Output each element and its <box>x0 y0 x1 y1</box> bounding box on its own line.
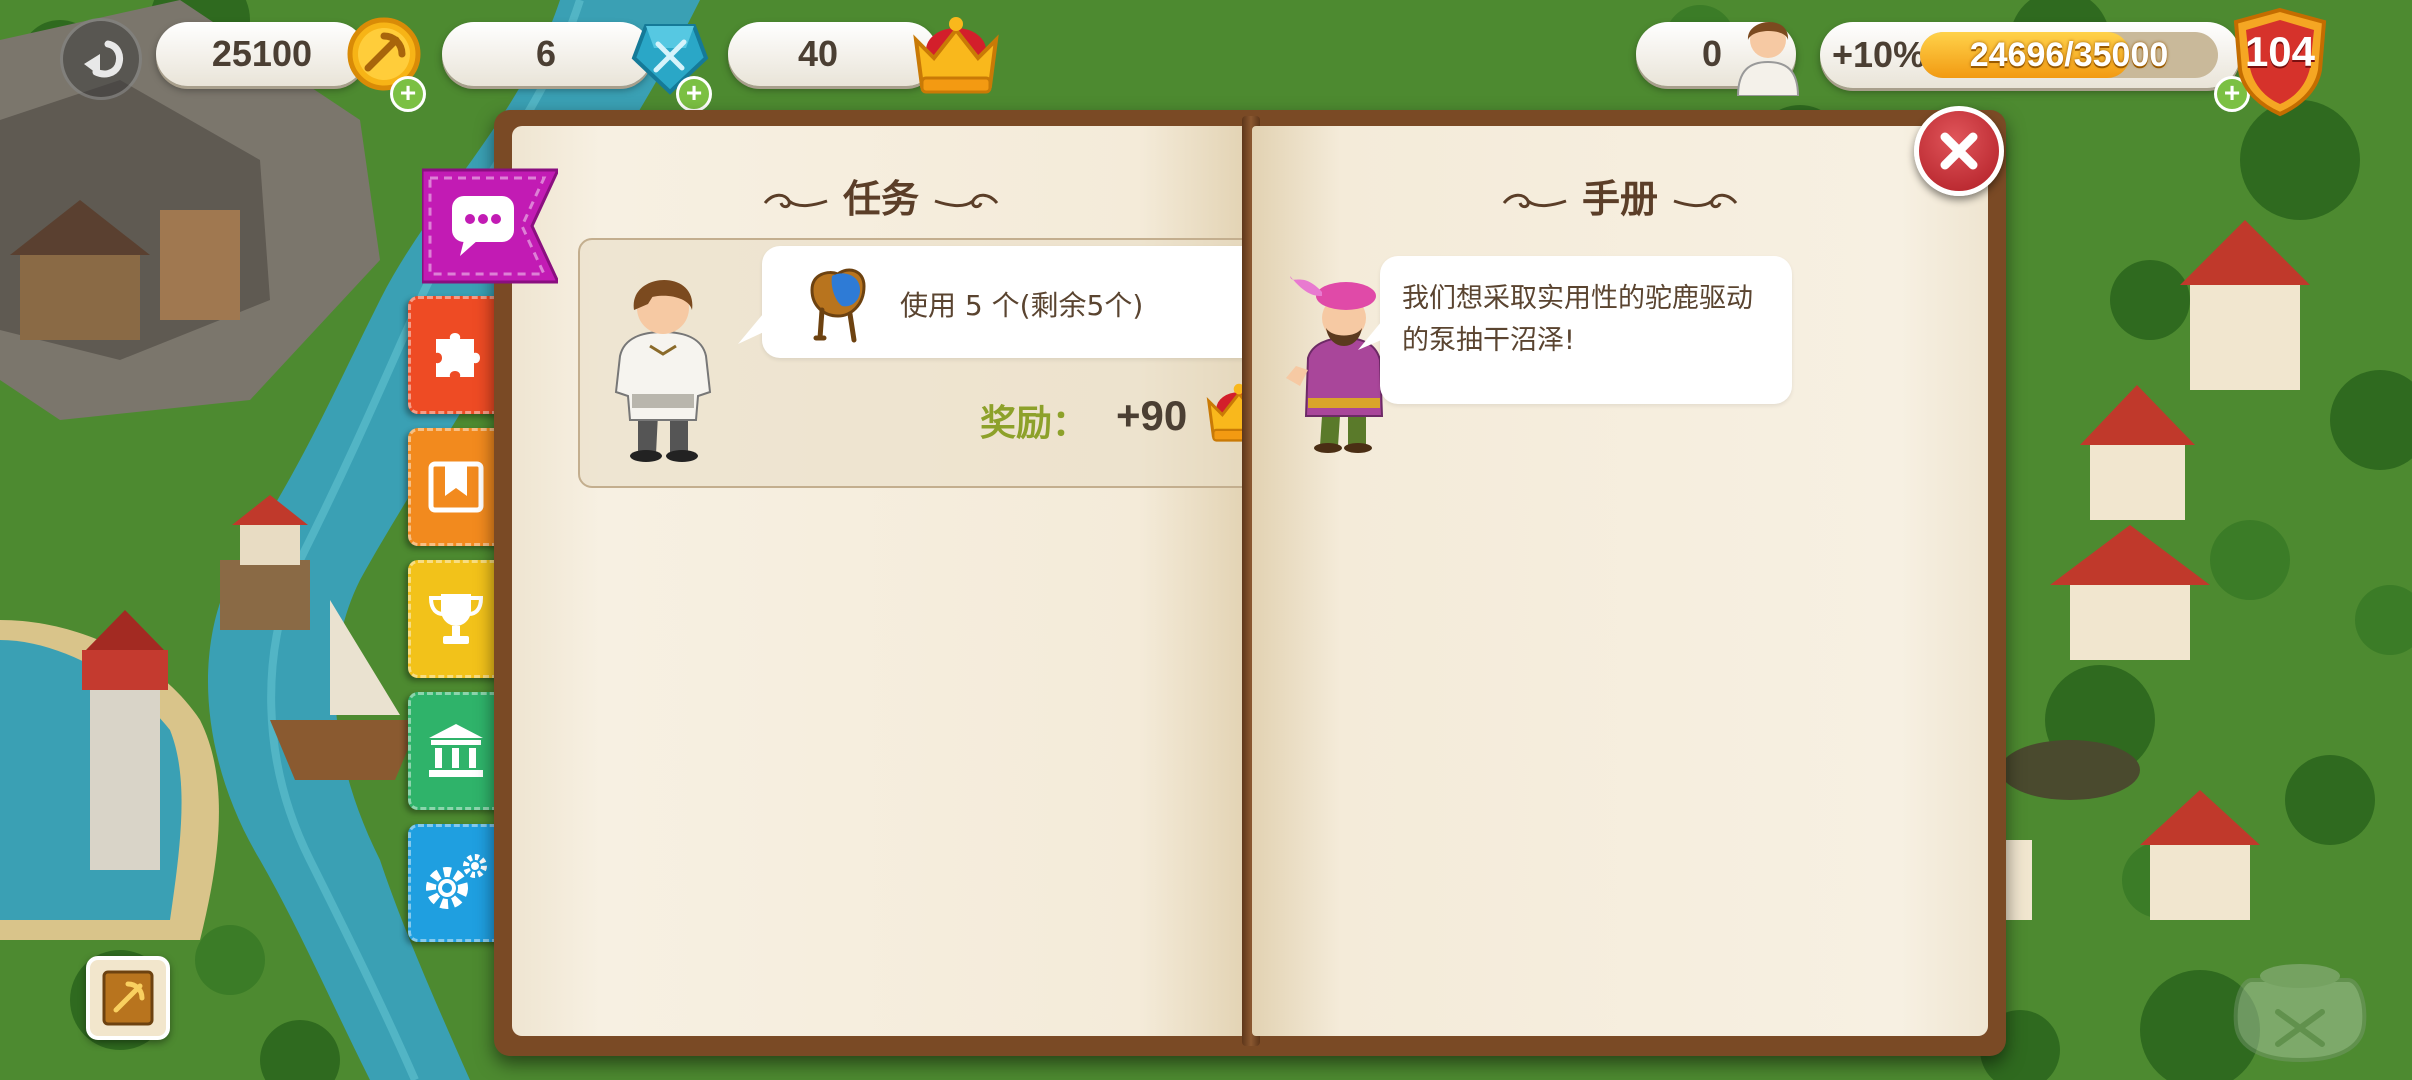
add-gems-button[interactable]: + <box>676 76 712 112</box>
chat-bubble-icon <box>452 196 514 256</box>
guide-title-text: 手册 <box>1581 177 1658 221</box>
villager-character-icon <box>614 279 712 462</box>
puzzle-icon <box>436 333 480 377</box>
quest-book-panel: 任务 使用 5 个(剩余5个) 奖励： +90 手册 我们想采取实用性的驼鹿驱动… <box>494 110 2006 1056</box>
close-icon <box>1940 132 1978 170</box>
crown-icon <box>913 17 999 94</box>
xp-progress-text: 24696/35000 <box>1969 36 2169 74</box>
bank-icon <box>429 724 483 777</box>
worker-avatar-icon <box>1736 21 1800 96</box>
close-button[interactable] <box>1914 106 2004 196</box>
gold-counter[interactable]: 25100 <box>156 22 366 86</box>
swirl-ornament-icon <box>1502 193 1567 208</box>
swirl-ornament-icon <box>1673 193 1738 208</box>
bubble-tail <box>1358 316 1386 350</box>
book-icon <box>102 970 154 1026</box>
guide-page-title: 手册 <box>1252 168 1988 223</box>
back-button[interactable] <box>60 18 142 100</box>
reward-label: 奖励： <box>980 403 1089 444</box>
gem-amount: 6 <box>535 33 556 74</box>
level-number: 104 <box>2244 28 2316 75</box>
gear-icon <box>426 854 487 909</box>
inventory-bag-button[interactable] <box>2222 940 2378 1064</box>
worker-amount: 0 <box>1701 33 1722 74</box>
experience-bar: +10% 24696/35000 <box>1820 22 2240 88</box>
reward-value: +90 <box>1116 392 1188 439</box>
quest-task-text: 使用 5 个(剩余5个) <box>900 289 1144 322</box>
tab-bank[interactable] <box>408 692 504 810</box>
quest-card[interactable]: 使用 5 个(剩余5个) 奖励： +90 <box>578 238 1318 488</box>
crown-amount: 40 <box>797 33 838 74</box>
xp-bonus-label: +10% <box>1832 34 1926 75</box>
xp-progress-track: 24696/35000 <box>1920 32 2218 78</box>
bubble-tail <box>738 308 768 344</box>
bag-icon <box>2233 964 2367 1063</box>
guide-speech-bubble: 我们想采取实用性的驼鹿驱动的泵抽干沼泽! <box>1358 256 1792 404</box>
gold-amount: 25100 <box>211 33 312 74</box>
tab-trophy[interactable] <box>408 560 504 678</box>
bookmark-icon <box>428 461 484 513</box>
level-badge: 104 <box>2230 6 2330 118</box>
trophy-icon <box>428 594 484 644</box>
quest-page-title: 任务 <box>512 168 1250 223</box>
add-gold-button[interactable]: + <box>390 76 426 112</box>
quest-page: 任务 使用 5 个(剩余5个) 奖励： +90 <box>512 126 1318 1036</box>
build-book-button[interactable] <box>86 956 170 1040</box>
guide-text: 我们想采取实用性的驼鹿驱动的泵抽干沼泽! <box>1402 283 1753 356</box>
back-arrow-icon <box>84 40 124 78</box>
tab-chat[interactable] <box>420 166 561 284</box>
quest-task-bubble: 使用 5 个(剩余5个) <box>738 246 1306 358</box>
quest-title-text: 任务 <box>842 177 919 221</box>
tab-puzzle[interactable] <box>408 296 504 414</box>
gem-counter[interactable]: 6 <box>442 22 652 86</box>
tab-settings[interactable] <box>408 824 504 942</box>
saddle-icon <box>810 268 866 343</box>
swirl-ornament-icon <box>763 193 828 208</box>
tab-bookmark[interactable] <box>408 428 504 546</box>
guide-page: 手册 我们想采取实用性的驼鹿驱动的泵抽干沼泽! <box>1252 126 1988 1036</box>
swirl-ornament-icon <box>934 193 999 208</box>
